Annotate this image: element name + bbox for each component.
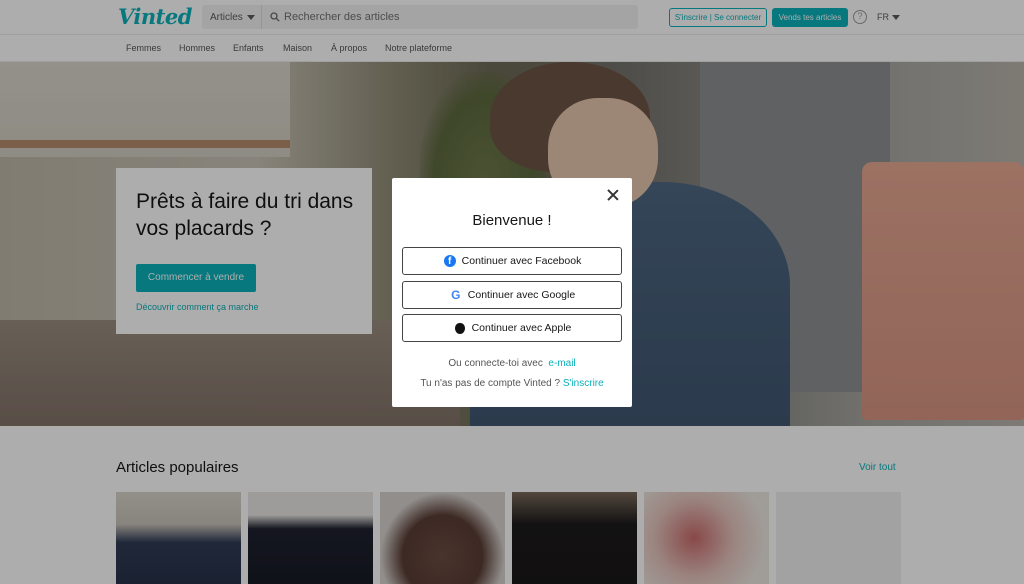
continue-apple-label: Continuer avec Apple bbox=[471, 322, 572, 334]
continue-google-label: Continuer avec Google bbox=[467, 289, 576, 301]
signup-link[interactable]: S'inscrire bbox=[563, 378, 604, 389]
apple-icon bbox=[453, 321, 467, 335]
welcome-modal: Bienvenue ! f Continuer avec Facebook G … bbox=[392, 178, 632, 407]
email-login-link[interactable]: e-mail bbox=[548, 358, 575, 369]
google-icon: G bbox=[451, 288, 461, 302]
signup-line: Tu n'as pas de compte Vinted ? S'inscrir… bbox=[392, 378, 632, 389]
continue-facebook-label: Continuer avec Facebook bbox=[461, 255, 582, 267]
signup-prefix: Tu n'as pas de compte Vinted ? bbox=[420, 378, 561, 389]
modal-title: Bienvenue ! bbox=[472, 212, 552, 229]
close-icon[interactable] bbox=[604, 186, 622, 204]
email-login-prefix: Ou connecte-toi avec bbox=[448, 358, 543, 369]
continue-facebook-button[interactable]: f Continuer avec Facebook bbox=[402, 247, 622, 275]
facebook-icon: f bbox=[443, 254, 457, 268]
continue-apple-button[interactable]: Continuer avec Apple bbox=[402, 314, 622, 342]
continue-google-button[interactable]: G Continuer avec Google bbox=[402, 281, 622, 309]
email-login-line: Ou connecte-toi avec e-mail bbox=[392, 358, 632, 369]
